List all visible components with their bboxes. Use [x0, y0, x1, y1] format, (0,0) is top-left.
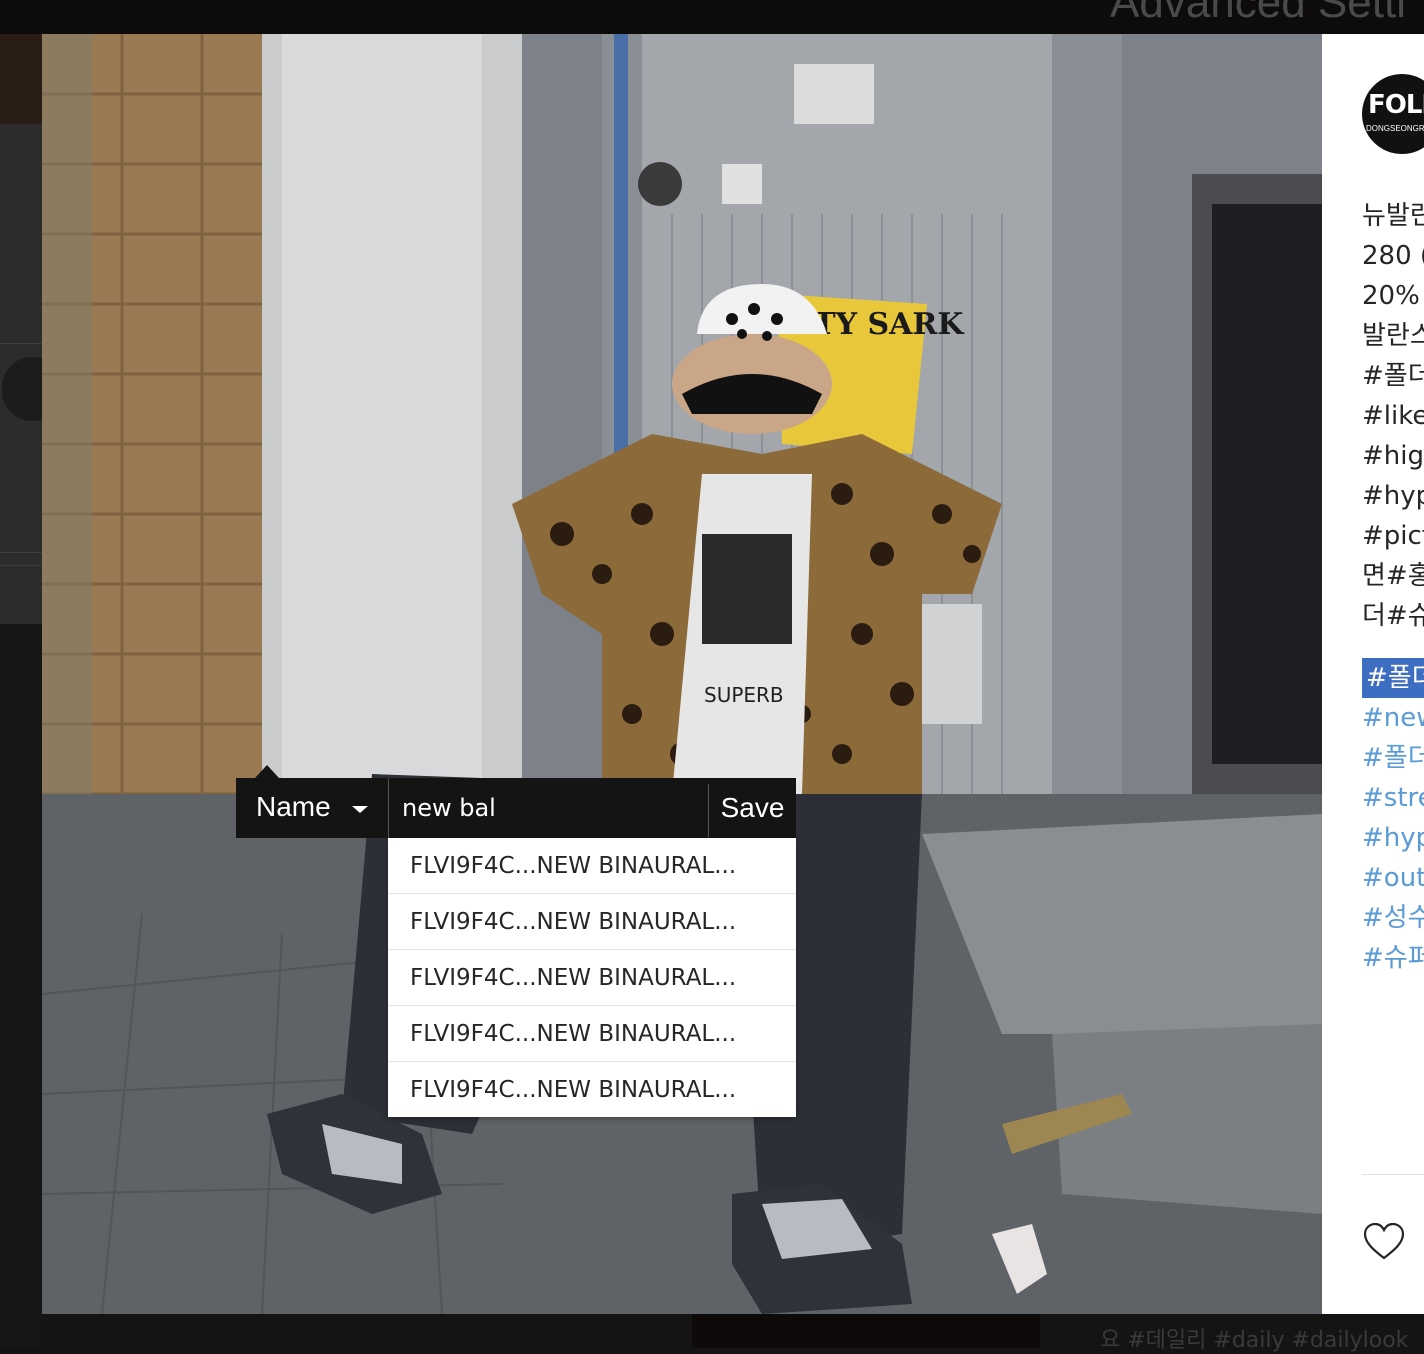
caption-line: #higl — [1362, 441, 1424, 471]
post-caption: 뉴발란 280 ( 20% 발란스 #폴더 #like #higl #hyp #pict 면#홍더… — [1362, 196, 1424, 636]
search-result-item[interactable]: FLVI9F4C...NEW BINAURAL... — [388, 1006, 796, 1062]
search-results-list: FLVI9F4C...NEW BINAURAL... FLVI9F4C...NE… — [388, 838, 796, 1117]
caption-line: 발란스 — [1362, 321, 1424, 351]
background-caption: 요 #데일리 #daily #dailylook — [1100, 1328, 1409, 1353]
avatar-logo-text: FOLDE — [1368, 90, 1424, 120]
heart-outline-icon[interactable] — [1362, 1222, 1406, 1262]
hashtag-link[interactable]: #폴더 — [1362, 658, 1424, 698]
background-left-panel — [0, 124, 62, 1348]
caption-line: #like — [1362, 401, 1424, 431]
post-photo[interactable]: TTY SARK SUPERB — [42, 34, 1322, 1314]
caption-line: #hyp — [1362, 481, 1424, 511]
caption-line: 면#홍 — [1362, 561, 1424, 591]
background-thumbnail — [692, 1314, 1040, 1348]
caption-line: 뉴발란 — [1362, 201, 1424, 231]
product-search-input[interactable] — [389, 778, 708, 838]
caption-line: 20% — [1362, 281, 1420, 311]
shirt-text: SUPERB — [704, 683, 784, 707]
caption-line: #폴더 — [1362, 361, 1424, 391]
hashtag-link[interactable]: #폴더 — [1362, 743, 1424, 773]
search-result-item[interactable]: FLVI9F4C...NEW BINAURAL... — [388, 838, 796, 894]
caption-line: 280 ( — [1362, 241, 1424, 271]
tag-toolbar: Name Save — [236, 778, 796, 838]
hashtag-link[interactable]: #new — [1362, 703, 1424, 733]
hashtag-link[interactable]: #성수 — [1362, 903, 1424, 933]
tag-pointer — [255, 765, 279, 778]
field-type-dropdown[interactable]: Name — [236, 778, 388, 838]
hashtag-link[interactable]: #슈퍼 — [1362, 943, 1424, 973]
search-result-item[interactable]: FLVI9F4C...NEW BINAURAL... — [388, 894, 796, 950]
post-details-panel: FOLDE DONGSEONGRO T 뉴발란 280 ( 20% 발란스 #폴더 #li… — [1322, 34, 1424, 1314]
search-result-item[interactable]: FLVI9F4C...NEW BINAURAL... — [388, 1062, 796, 1117]
divider — [1362, 1174, 1424, 1175]
hashtag-link[interactable]: #out — [1362, 863, 1424, 893]
save-button[interactable]: Save — [709, 778, 796, 838]
street-photo-illustration: TTY SARK SUPERB — [42, 34, 1322, 1314]
field-type-label: Name — [256, 791, 331, 822]
caption-line: #pict — [1362, 521, 1424, 551]
avatar-logo-subtext: DONGSEONGRO T — [1366, 124, 1424, 133]
hashtag-list: #폴더 #new #폴더 #stre #hyp #out #성수 #슈퍼 — [1362, 658, 1424, 978]
hashtag-link[interactable]: #hyp — [1362, 823, 1424, 853]
search-result-item[interactable]: FLVI9F4C...NEW BINAURAL... — [388, 950, 796, 1006]
hashtag-link[interactable]: #stre — [1362, 783, 1424, 813]
account-avatar[interactable]: FOLDE DONGSEONGRO T — [1362, 74, 1424, 154]
caption-line: 더#슈 — [1362, 601, 1424, 631]
background-page-title: Advanced Setti — [1110, 0, 1406, 27]
chevron-down-icon — [352, 806, 368, 813]
